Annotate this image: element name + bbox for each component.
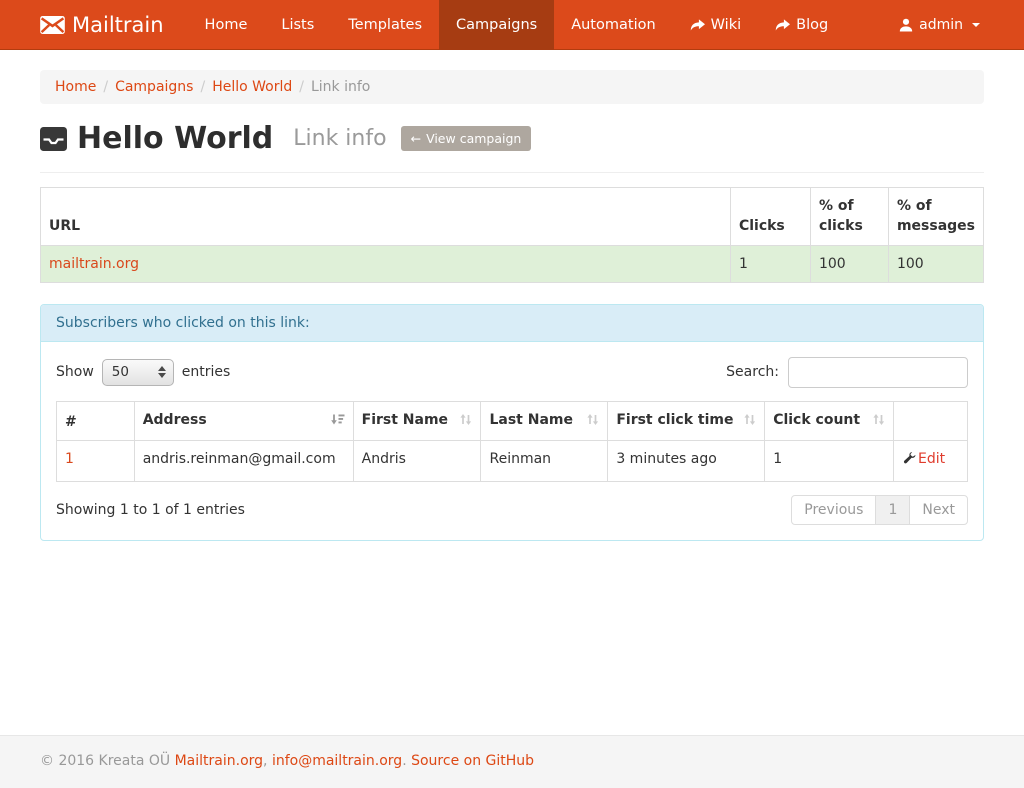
nav-item-wiki[interactable]: Wiki — [673, 0, 758, 50]
subs-col-click-count[interactable]: Click count — [765, 401, 894, 440]
subscribers-table: # Address — [56, 401, 968, 482]
subs-col-index[interactable]: # — [57, 401, 135, 440]
sort-both-icon — [743, 412, 756, 432]
subs-col-address[interactable]: Address — [134, 401, 353, 440]
links-col-pct-messages: % of messages — [888, 188, 983, 246]
search-input[interactable] — [788, 357, 968, 388]
user-name: admin — [919, 17, 963, 33]
pagination-page-1[interactable]: 1 — [875, 495, 910, 525]
nav-item-templates[interactable]: Templates — [331, 0, 439, 50]
subs-col-first-name[interactable]: First Name — [353, 401, 481, 440]
footer: © 2016 Kreata OÜ Mailtrain.org, info@mai… — [0, 735, 1024, 788]
subscriber-row: 1 andris.reinman@gmail.com Andris Reinma… — [57, 441, 968, 481]
share-icon — [690, 19, 705, 32]
page-title: Hello World Link info — [40, 121, 387, 156]
subscriber-first-name: Andris — [353, 441, 481, 481]
divider — [40, 172, 984, 173]
page-body: Home/Campaigns/Hello World/Link info Hel… — [0, 70, 1024, 735]
pagination: Previous 1 Next — [791, 495, 968, 525]
sort-both-icon — [872, 412, 885, 432]
nav-item-home[interactable]: Home — [188, 0, 265, 50]
nav-item-automation[interactable]: Automation — [554, 0, 672, 50]
select-spinner-icon — [158, 366, 166, 378]
link-row: mailtrain.org 1 100 100 — [41, 245, 984, 282]
edit-subscriber-link[interactable]: Edit — [902, 449, 945, 469]
link-pct-clicks: 100 — [810, 245, 888, 282]
links-col-pct-clicks: % of clicks — [810, 188, 888, 246]
search-label: Search: — [726, 364, 779, 380]
table-info: Showing 1 to 1 of 1 entries — [56, 502, 245, 518]
sort-asc-icon — [330, 412, 345, 432]
footer-email-link[interactable]: info@mailtrain.org — [272, 753, 402, 769]
search-control: Search: — [726, 357, 968, 388]
sort-both-icon — [459, 412, 472, 432]
brand-logo[interactable]: Mailtrain — [40, 0, 188, 50]
subscriber-address: andris.reinman@gmail.com — [134, 441, 353, 481]
subscribers-panel: Subscribers who clicked on this link: Sh… — [40, 304, 984, 541]
inbox-icon — [40, 127, 67, 151]
nav-item-blog[interactable]: Blog — [758, 0, 845, 50]
page-header: Hello World Link info ← View campaign — [40, 121, 984, 156]
breadcrumb-home[interactable]: Home — [55, 79, 96, 95]
page-length-control: Show 50 entries — [56, 359, 230, 386]
link-pct-messages: 100 — [888, 245, 983, 282]
links-col-url: URL — [41, 188, 731, 246]
brand-name: Mailtrain — [72, 13, 164, 37]
pagination-next[interactable]: Next — [909, 495, 968, 525]
breadcrumb-campaign-name[interactable]: Hello World — [212, 79, 292, 95]
subs-col-last-name[interactable]: Last Name — [481, 401, 608, 440]
nav-item-campaigns[interactable]: Campaigns — [439, 0, 554, 50]
subscriber-click-count: 1 — [765, 441, 894, 481]
footer-source-link[interactable]: Source on GitHub — [411, 753, 534, 769]
user-icon — [899, 18, 913, 32]
panel-title: Subscribers who clicked on this link: — [41, 305, 983, 342]
wrench-icon — [902, 452, 916, 466]
nav-item-lists[interactable]: Lists — [264, 0, 331, 50]
footer-site-link[interactable]: Mailtrain.org — [175, 753, 263, 769]
pagination-previous[interactable]: Previous — [791, 495, 876, 525]
share-icon — [775, 19, 790, 32]
breadcrumb: Home/Campaigns/Hello World/Link info — [40, 70, 984, 104]
subscriber-first-click: 3 minutes ago — [608, 441, 765, 481]
user-menu[interactable]: admin — [895, 0, 984, 50]
breadcrumb-current: Link info — [311, 79, 370, 95]
links-col-clicks: Clicks — [730, 188, 810, 246]
copyright-text: © 2016 Kreata OÜ — [40, 753, 170, 769]
chevron-down-icon — [972, 23, 980, 27]
link-clicks: 1 — [730, 245, 810, 282]
view-campaign-button[interactable]: ← View campaign — [401, 126, 532, 151]
page-length-select[interactable]: 50 — [102, 359, 174, 386]
link-url[interactable]: mailtrain.org — [49, 256, 139, 272]
subs-col-first-click[interactable]: First click time — [608, 401, 765, 440]
subscriber-index: 1 — [65, 451, 74, 467]
breadcrumb-campaigns[interactable]: Campaigns — [115, 79, 193, 95]
sort-both-icon — [586, 412, 599, 432]
main-nav: Home Lists Templates Campaigns Automatio… — [188, 0, 846, 50]
envelope-icon — [40, 16, 65, 34]
left-arrow-icon: ← — [411, 131, 421, 146]
links-table: URL Clicks % of clicks % of messages mai… — [40, 187, 984, 283]
subs-col-actions — [894, 401, 968, 440]
page-subtitle: Link info — [293, 126, 386, 151]
navbar: Mailtrain Home Lists Templates Campaigns… — [0, 0, 1024, 50]
subscriber-last-name: Reinman — [481, 441, 608, 481]
